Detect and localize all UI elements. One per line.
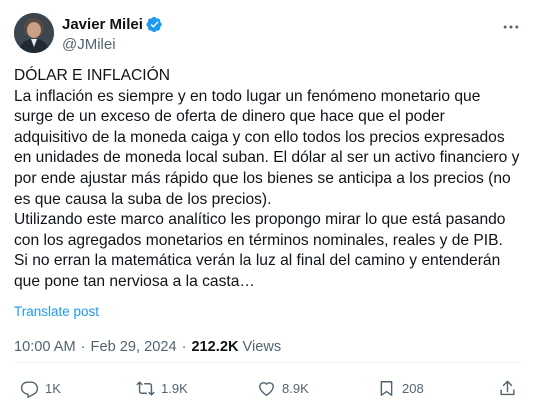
post-line: adquisitivo de la moneda caiga y con ell… bbox=[14, 128, 505, 146]
bookmark-count: 208 bbox=[402, 380, 424, 396]
meta-separator: · bbox=[181, 339, 187, 355]
post-line: Si no erran la matemática verán la luz a… bbox=[14, 252, 501, 270]
post-line: con los agregados monetarios en términos… bbox=[14, 231, 503, 249]
like-count: 8.9K bbox=[282, 380, 309, 396]
post-line: surge de un exceso de oferta de dinero q… bbox=[14, 108, 445, 126]
like-button[interactable]: 8.9K bbox=[257, 371, 309, 405]
post-line: en unidades de moneda local suban. El dó… bbox=[14, 149, 520, 167]
reply-icon bbox=[20, 380, 39, 398]
reply-count: 1K bbox=[45, 380, 61, 396]
repost-button[interactable]: 1.9K bbox=[136, 371, 188, 405]
author-handle[interactable]: @JMilei bbox=[62, 36, 163, 53]
divider bbox=[14, 362, 522, 363]
author-display-name[interactable]: Javier Milei bbox=[62, 16, 143, 33]
verified-badge-icon bbox=[146, 16, 163, 33]
avatar[interactable] bbox=[14, 13, 54, 53]
post-line: DÓLAR E INFLACIÓN bbox=[14, 67, 170, 84]
bookmark-icon bbox=[380, 380, 393, 396]
post-line: Utilizando este marco analítico les prop… bbox=[14, 211, 506, 229]
share-icon bbox=[500, 380, 515, 395]
post-meta: 10:00 AM · Feb 29, 2024 · 212.2K Views bbox=[14, 339, 281, 355]
post-time[interactable]: 10:00 AM bbox=[14, 339, 76, 355]
views-label: Views bbox=[242, 339, 282, 355]
post: Javier Milei @JMilei DÓLAR E INFLACIÓN L… bbox=[0, 0, 535, 413]
action-bar: 1K 1.9K 8.9K 208 bbox=[14, 371, 522, 405]
post-text: DÓLAR E INFLACIÓN La inflación es siempr… bbox=[14, 66, 524, 293]
meta-separator: · bbox=[80, 339, 86, 355]
post-date[interactable]: Feb 29, 2024 bbox=[91, 339, 177, 355]
like-icon bbox=[259, 381, 274, 396]
author-names: Javier Milei @JMilei bbox=[62, 15, 163, 53]
post-line: por ende ajustar más rápido que los bien… bbox=[14, 169, 511, 187]
translate-post-link[interactable]: Translate post bbox=[14, 304, 99, 319]
share-button[interactable] bbox=[498, 371, 517, 405]
repost-icon bbox=[136, 380, 155, 396]
post-header: Javier Milei @JMilei bbox=[14, 12, 522, 56]
post-line: La inflación es siempre y en todo lugar … bbox=[14, 87, 481, 105]
post-line: es que causa la suba de los precios). bbox=[14, 190, 272, 208]
post-line: que pone tan nerviosa a la casta… bbox=[14, 272, 255, 290]
repost-count: 1.9K bbox=[161, 380, 188, 396]
views-count: 212.2K bbox=[191, 339, 239, 355]
reply-button[interactable]: 1K bbox=[20, 371, 61, 405]
more-icon[interactable] bbox=[500, 16, 522, 38]
bookmark-button[interactable]: 208 bbox=[377, 371, 424, 405]
